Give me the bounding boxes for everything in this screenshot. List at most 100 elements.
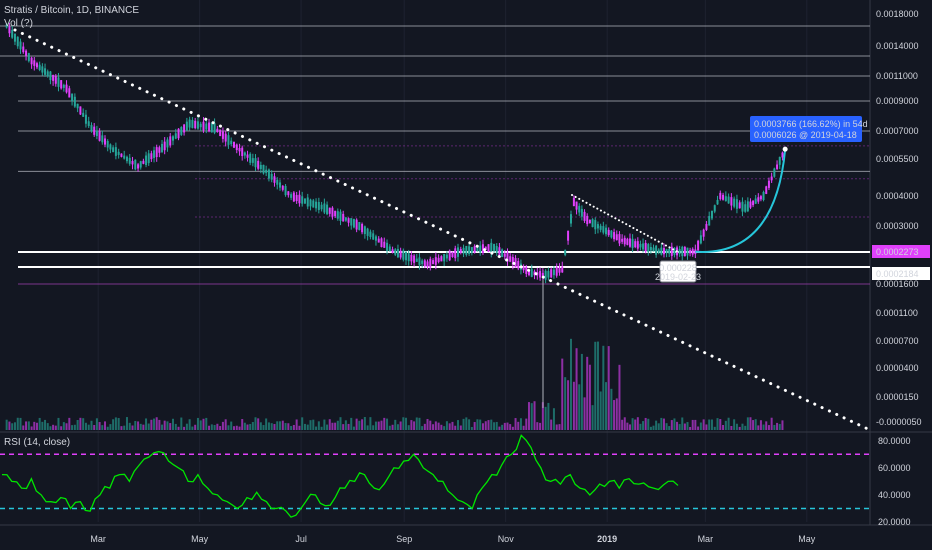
candle-body — [759, 196, 762, 200]
volume-bar — [174, 423, 177, 430]
volume-bar — [765, 421, 768, 430]
candle-body — [210, 122, 213, 133]
candle-body — [339, 211, 342, 221]
candle-body — [459, 249, 462, 254]
volume-bar — [27, 421, 30, 430]
volume-bar — [336, 420, 339, 430]
volume-bar — [578, 384, 581, 430]
candle-body — [27, 53, 30, 62]
volume-bar — [660, 417, 663, 430]
volume-bar — [180, 417, 183, 430]
candle-body — [691, 248, 694, 255]
candle-body — [298, 194, 301, 204]
candle-body — [749, 201, 752, 208]
candle-body — [73, 96, 76, 107]
volume-bar — [421, 426, 424, 430]
candle-body — [216, 128, 219, 133]
candle-body — [68, 88, 71, 98]
volume-bar — [735, 423, 738, 430]
candle-body — [443, 253, 446, 262]
volume-bar — [8, 421, 11, 430]
candle-body — [295, 194, 298, 202]
candle-body — [498, 247, 501, 256]
candle-body — [738, 202, 741, 209]
volume-bar — [631, 418, 634, 430]
volume-bar — [44, 419, 47, 430]
candle-body — [547, 271, 550, 278]
volume-bar — [79, 417, 82, 430]
volume-bar — [334, 422, 337, 430]
volume-bar — [493, 422, 496, 430]
candle-body — [46, 71, 49, 77]
volume-bar — [30, 426, 33, 430]
volume-bar — [778, 423, 781, 430]
volume-bar — [16, 417, 19, 430]
candle-body — [16, 36, 19, 47]
volume-bar — [681, 417, 684, 430]
candle-body — [713, 205, 716, 212]
volume-label[interactable]: Vol (?) — [4, 17, 139, 30]
candle-body — [331, 207, 334, 217]
candle-body — [710, 210, 713, 219]
volume-bar — [468, 419, 471, 430]
candle-body — [134, 159, 137, 170]
rsi-header[interactable]: RSI (14, close) — [4, 436, 70, 449]
candle-body — [644, 242, 647, 252]
volume-bar — [555, 424, 558, 430]
candle-body — [172, 136, 175, 141]
volume-bar — [188, 419, 191, 430]
candle-body — [735, 199, 738, 209]
volume-bar — [618, 364, 621, 430]
measure-main-text: 0.0003766 (166.62%) in 54d — [754, 119, 868, 129]
volume-bar — [544, 406, 547, 430]
candle-body — [626, 238, 629, 245]
candle-body — [454, 248, 457, 259]
volume-bar — [11, 423, 14, 430]
volume-bar — [123, 425, 126, 430]
volume-bar — [702, 419, 705, 430]
candle-body — [139, 161, 142, 168]
volume-bar — [281, 420, 284, 430]
candle-body — [241, 147, 244, 157]
candle-body — [180, 127, 183, 135]
volume-bar — [287, 423, 290, 430]
candle-body — [591, 219, 594, 228]
volume-bar — [331, 422, 334, 430]
candle-body — [254, 158, 257, 168]
volume-bar — [366, 425, 369, 430]
symbol-title[interactable]: Stratis / Bitcoin, 1D, BINANCE — [4, 4, 139, 17]
candle-body — [509, 256, 512, 262]
volume-bar — [315, 426, 318, 430]
volume-bar — [697, 426, 700, 430]
volume-bar — [710, 419, 713, 430]
candle-body — [657, 249, 660, 253]
candle-body — [194, 120, 197, 129]
time-axis[interactable]: Mar May Jul Sep Nov 2019 Mar May — [90, 534, 815, 544]
volume-bar — [344, 420, 347, 430]
volume-bar — [145, 418, 148, 430]
volume-bars — [5, 270, 784, 430]
candle-body — [421, 260, 424, 264]
candle-body — [188, 119, 191, 128]
candle-body — [628, 238, 631, 247]
candle-body — [38, 64, 41, 71]
time-tick-label: May — [191, 534, 209, 544]
price-tick-label: 0.0018000 — [876, 9, 919, 19]
volume-bar — [501, 424, 504, 430]
volume-bar — [13, 422, 16, 430]
volume-bar — [536, 422, 539, 430]
candle-body — [594, 220, 597, 230]
volume-bar — [191, 426, 194, 430]
candle-body — [82, 112, 85, 117]
volume-bar — [752, 420, 755, 430]
candles — [5, 22, 784, 284]
volume-bar — [57, 417, 60, 430]
volume-bar — [759, 420, 762, 430]
volume-bar — [41, 421, 44, 430]
candle-body — [320, 204, 323, 210]
candle-body — [344, 217, 347, 221]
volume-bar — [93, 425, 96, 430]
candle-body — [262, 164, 265, 174]
volume-bar — [738, 426, 741, 430]
volume-bar — [730, 425, 733, 430]
